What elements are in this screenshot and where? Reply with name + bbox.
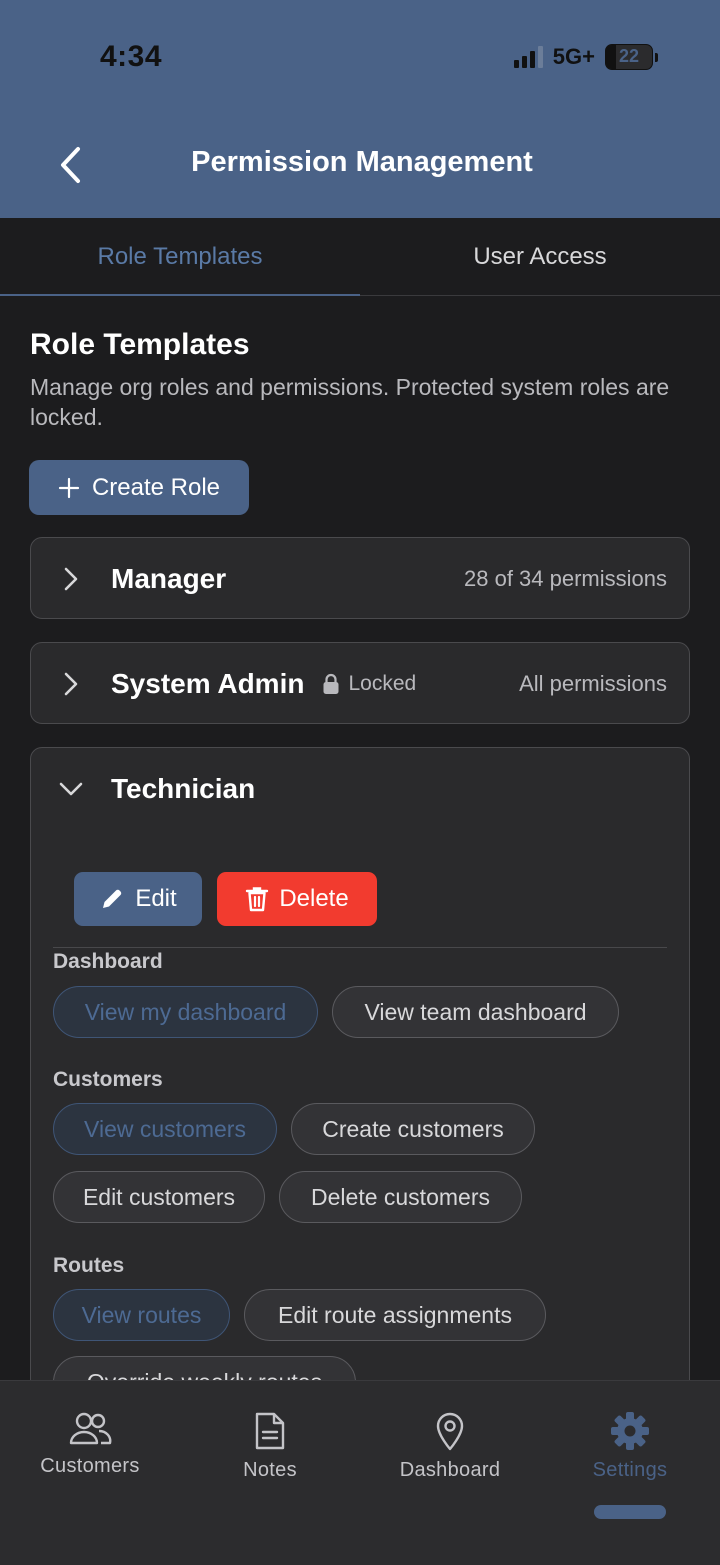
chevron-down-icon (59, 782, 83, 796)
lock-icon (323, 673, 339, 694)
bottom-nav: Customers Notes Dashboard Settings (0, 1380, 720, 1565)
permission-group-label: Customers (53, 1068, 163, 1091)
signal-icon (513, 46, 543, 68)
locked-badge: Locked (322, 672, 416, 696)
main-content[interactable]: Role Templates Manage org roles and perm… (0, 296, 720, 1380)
permission-chip[interactable]: Edit customers (53, 1171, 265, 1223)
permission-chip[interactable]: View routes (53, 1289, 230, 1341)
role-permission-count: All permissions (519, 671, 667, 696)
permission-chip[interactable]: Create customers (291, 1103, 535, 1155)
role-name: Technician (111, 773, 256, 804)
nav-item-notes[interactable]: Notes (180, 1411, 360, 1482)
role-permission-count: 28 of 34 permissions (464, 566, 667, 591)
permission-chip[interactable]: Override weekly routes (53, 1356, 356, 1380)
tab-user-access[interactable]: User Access (360, 218, 720, 296)
tab-role-templates[interactable]: Role Templates (0, 218, 360, 297)
role-header-manager[interactable]: Manager 28 of 34 permissions (31, 538, 689, 620)
battery-nub (655, 52, 658, 62)
section-title: Role Templates (30, 328, 250, 361)
edit-label: Edit (135, 885, 177, 912)
battery-level: 22 (618, 46, 640, 66)
role-card-manager: Manager 28 of 34 permissions (30, 537, 690, 619)
nav-label: Settings (592, 1459, 668, 1481)
network-type: 5G+ (552, 44, 595, 69)
divider (53, 947, 667, 948)
status-time: 4:34 (100, 40, 163, 73)
map-pin-icon (436, 1412, 464, 1451)
permission-chip[interactable]: View team dashboard (332, 986, 619, 1038)
permission-chip[interactable]: View customers (53, 1103, 277, 1155)
status-indicators: 5G+ 22 (513, 44, 658, 70)
role-header-system-admin[interactable]: System Admin Locked All permissions (31, 643, 689, 725)
create-role-label: Create Role (91, 473, 221, 501)
nav-item-dashboard[interactable]: Dashboard (360, 1411, 540, 1482)
delete-label: Delete (279, 885, 349, 912)
permission-chip[interactable]: Edit route assignments (244, 1289, 546, 1341)
page-title: Permission Management (191, 146, 533, 178)
app-header: 4:34 5G+ 22 Permission Management (0, 0, 720, 218)
nav-label: Customers (40, 1455, 140, 1477)
permission-group-label: Routes (53, 1254, 125, 1277)
permission-chip[interactable]: View my dashboard (53, 986, 318, 1038)
permission-chip[interactable]: Delete customers (279, 1171, 522, 1223)
battery-icon: 22 (605, 44, 653, 70)
nav-label: Notes (243, 1459, 297, 1481)
role-header-technician[interactable]: Technician (31, 748, 689, 830)
plus-icon (58, 477, 80, 498)
nav-item-settings[interactable]: Settings (540, 1411, 720, 1482)
role-name: System Admin (111, 668, 305, 699)
gear-icon (611, 1412, 649, 1450)
pencil-icon (103, 889, 122, 908)
nav-item-customers[interactable]: Customers (0, 1411, 180, 1478)
create-role-button[interactable]: Create Role (29, 460, 249, 515)
users-icon (69, 1412, 112, 1445)
chevron-right-icon (64, 567, 78, 591)
chevron-right-icon (64, 672, 78, 696)
role-card-system-admin: System Admin Locked All permissions (30, 642, 690, 724)
section-description: Manage org roles and permissions. Protec… (30, 374, 670, 430)
role-name: Manager (111, 563, 227, 594)
delete-role-button[interactable]: Delete (217, 872, 377, 926)
nav-label: Dashboard (399, 1459, 501, 1481)
tab-bar: Role Templates User Access (0, 218, 720, 297)
home-indicator (594, 1505, 666, 1519)
role-card-technician: Technician Edit Delete Dashboard View my… (30, 747, 690, 1380)
document-icon (255, 1412, 285, 1450)
trash-icon (246, 887, 269, 912)
edit-role-button[interactable]: Edit (74, 872, 202, 926)
locked-label: Locked (348, 672, 417, 695)
permission-group-label: Dashboard (53, 950, 163, 973)
